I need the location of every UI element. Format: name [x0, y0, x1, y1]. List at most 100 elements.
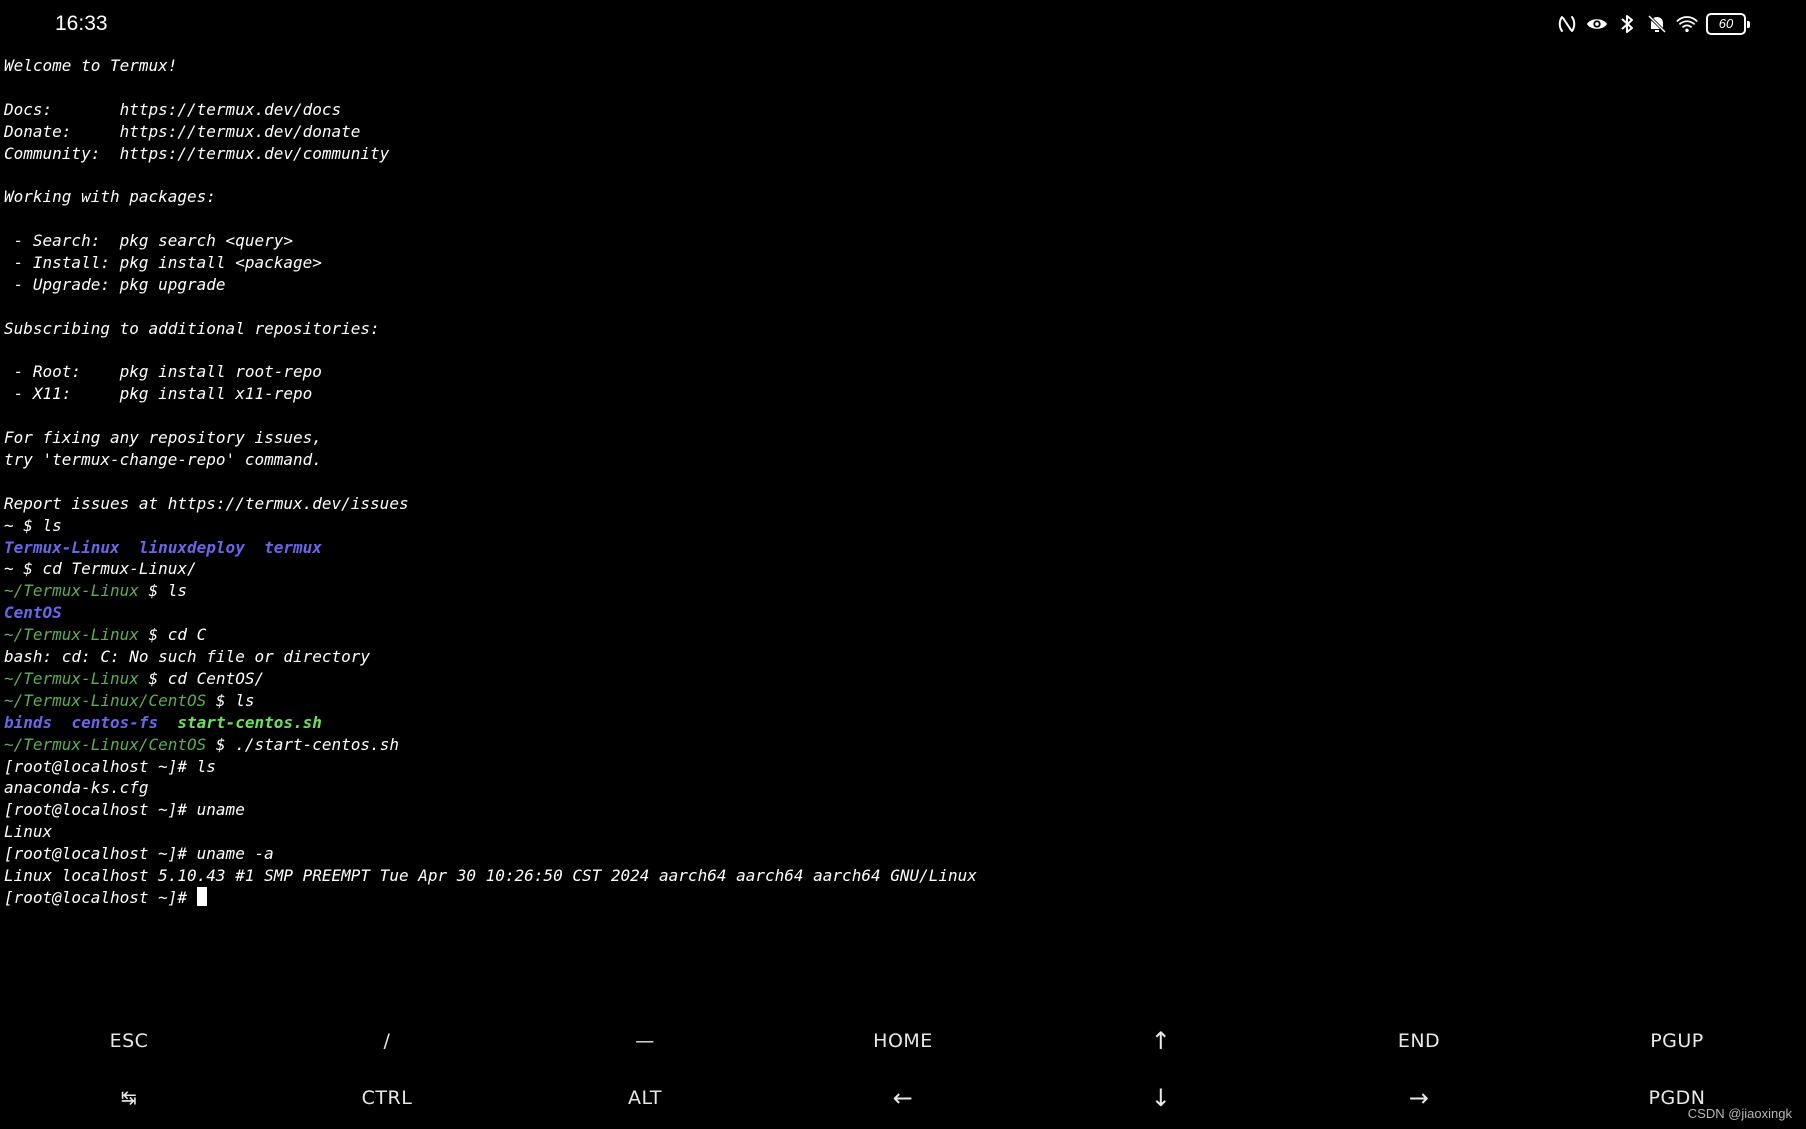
terminal-text: $ ls — [138, 581, 188, 601]
terminal-text: ~/Termux-Linux/CentOS — [4, 690, 207, 710]
terminal-text: ~ $ ls — [4, 515, 62, 535]
terminal-text: $ ./start-centos.sh — [206, 734, 399, 754]
terminal-line: - Install: pkg install <package> — [4, 252, 1794, 274]
terminal-text: Linux localhost 5.10.43 #1 SMP PREEMPT T… — [4, 865, 977, 885]
status-clock: 16:33 — [55, 12, 108, 35]
key-dash[interactable]: — — [516, 1016, 774, 1066]
terminal-text: - Root: pkg install root-repo — [4, 362, 322, 382]
terminal-text: [root@localhost ~]# — [4, 887, 197, 907]
extra-keys-bar: ESC / — HOME ↑ END PGUP ↹ CTRL ALT ← ↓ → PGDN — [0, 1010, 1806, 1129]
terminal-text: ~/Termux-Linux — [4, 625, 139, 645]
terminal-line: Linux localhost 5.10.43 #1 SMP PREEMPT T… — [4, 865, 1794, 887]
terminal-text: $ cd C — [138, 625, 207, 645]
terminal-line: ~/Termux-Linux/CentOS $ ./start-centos.s… — [4, 734, 1794, 756]
terminal-line: Termux-Linux linuxdeploy termux — [4, 537, 1794, 559]
terminal-line: - Search: pkg search <query> — [4, 230, 1794, 252]
key-ctrl[interactable]: CTRL — [258, 1073, 516, 1123]
terminal-text: ~/Termux-Linux — [4, 668, 139, 688]
mute-bell-icon — [1646, 13, 1668, 35]
terminal-line: ~/Termux-Linux $ cd C — [4, 624, 1794, 646]
watermark: CSDN @jiaoxingk — [1687, 1106, 1792, 1121]
key-right-arrow[interactable]: → — [1290, 1073, 1548, 1123]
terminal-text: Linux — [4, 822, 53, 842]
terminal-line: bash: cd: C: No such file or directory — [4, 646, 1794, 668]
terminal-line: ~ $ cd Termux-Linux/ — [4, 558, 1794, 580]
key-home[interactable]: HOME — [774, 1016, 1032, 1066]
terminal-text: ~ $ cd Termux-Linux/ — [4, 559, 197, 579]
terminal-text: Docs: https://termux.dev/docs — [4, 99, 342, 119]
terminal-text: start-centos.sh — [177, 712, 322, 732]
terminal-text: Working with packages: — [4, 187, 216, 207]
terminal-line: anaconda-ks.cfg — [4, 777, 1794, 799]
terminal-text: try 'termux-change-repo' command. — [4, 450, 322, 470]
terminal-text: [root@localhost ~]# ls — [4, 756, 216, 776]
terminal-text: $ ls — [206, 690, 255, 710]
terminal-text: [root@localhost ~]# uname -a — [4, 844, 274, 864]
terminal-line: Subscribing to additional repositories: — [4, 318, 1794, 340]
terminal-line: - X11: pkg install x11-repo — [4, 383, 1794, 405]
key-esc[interactable]: ESC — [0, 1016, 258, 1066]
terminal-text: Report issues at https://termux.dev/issu… — [4, 493, 409, 513]
terminal-line: Docs: https://termux.dev/docs — [4, 99, 1794, 121]
terminal-line: Donate: https://termux.dev/donate — [4, 121, 1794, 143]
terminal-line: [root@localhost ~]# ls — [4, 756, 1794, 778]
terminal-line: Welcome to Termux! — [4, 55, 1794, 77]
terminal-line: Community: https://termux.dev/community — [4, 143, 1794, 165]
terminal-text: Subscribing to additional repositories: — [4, 318, 380, 338]
eye-icon — [1586, 13, 1608, 35]
key-left-arrow[interactable]: ← — [774, 1073, 1032, 1123]
terminal-text: termux — [264, 537, 322, 557]
terminal-line: Report issues at https://termux.dev/issu… — [4, 493, 1794, 515]
battery-level: 60 — [1706, 13, 1746, 35]
terminal-text: Community: https://termux.dev/community — [4, 143, 390, 163]
nfc-icon — [1556, 13, 1578, 35]
terminal-text: - Install: pkg install <package> — [4, 253, 322, 273]
terminal-line: [root@localhost ~]# — [4, 886, 1794, 909]
terminal-line: Linux — [4, 821, 1794, 843]
extra-keys-row-1: ESC / — HOME ↑ END PGUP — [0, 1016, 1806, 1066]
terminal-text: ~/Termux-Linux — [4, 581, 139, 601]
terminal-text: - Upgrade: pkg upgrade — [4, 274, 226, 294]
key-tab[interactable]: ↹ — [0, 1073, 258, 1123]
terminal-line: For fixing any repository issues, — [4, 427, 1794, 449]
key-pgup[interactable]: PGUP — [1548, 1016, 1806, 1066]
terminal-text: - Search: pkg search <query> — [4, 231, 293, 251]
terminal-text: - X11: pkg install x11-repo — [4, 384, 313, 404]
terminal-text: binds — [4, 712, 53, 732]
terminal-text: $ cd CentOS/ — [138, 668, 265, 688]
terminal-text: For fixing any repository issues, — [4, 428, 322, 448]
terminal-line: - Upgrade: pkg upgrade — [4, 274, 1794, 296]
status-bar: 16:33 60 — [0, 0, 1806, 52]
terminal-text: centos-fs — [71, 712, 159, 732]
terminal-text: Termux-Linux — [4, 537, 120, 557]
terminal-text: CentOS — [4, 603, 62, 623]
terminal-line: [root@localhost ~]# uname — [4, 799, 1794, 821]
wifi-icon — [1676, 13, 1698, 35]
terminal-text: anaconda-ks.cfg — [4, 778, 149, 798]
extra-keys-row-2: ↹ CTRL ALT ← ↓ → PGDN — [0, 1073, 1806, 1123]
key-end[interactable]: END — [1290, 1016, 1548, 1066]
terminal-output[interactable]: Welcome to Termux! Docs: https://termux.d… — [4, 55, 1794, 909]
key-slash[interactable]: / — [258, 1016, 516, 1066]
terminal-line: ~/Termux-Linux/CentOS $ ls — [4, 690, 1794, 712]
key-up-arrow[interactable]: ↑ — [1032, 1016, 1290, 1066]
terminal-line: [root@localhost ~]# uname -a — [4, 843, 1794, 865]
terminal-text: ~/Termux-Linux/CentOS — [4, 734, 207, 754]
battery-icon: 60 — [1706, 13, 1750, 35]
key-alt[interactable]: ALT — [516, 1073, 774, 1123]
terminal-text: Donate: https://termux.dev/donate — [4, 121, 361, 141]
key-down-arrow[interactable]: ↓ — [1032, 1073, 1290, 1123]
terminal-text: linuxdeploy — [138, 537, 245, 557]
terminal-text: Welcome to Termux! — [4, 56, 178, 75]
terminal-line: binds centos-fs start-centos.sh — [4, 712, 1794, 734]
